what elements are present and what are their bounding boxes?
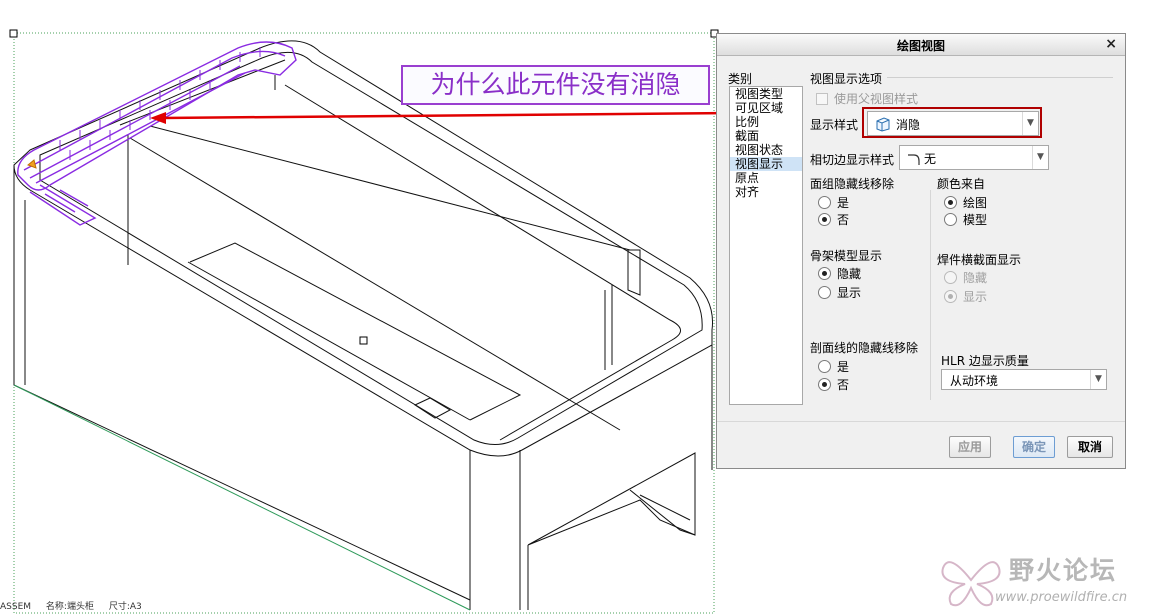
radio-dot[interactable]	[944, 213, 957, 226]
dialog-title: 绘图视图	[896, 39, 945, 53]
tangent-edge-icon	[908, 154, 920, 165]
drawing-view-dialog: 绘图视图 × 类别 视图类型 可见区域 比例 截面 视图状态 视图显示 原点 对齐 视图显示选…	[716, 33, 1126, 469]
use-parent-style-label: 使用父视图样式	[834, 92, 919, 106]
drawing-info-bar: ASSEM 名称:端头柜 尺寸:A3	[0, 599, 300, 615]
drawing-name-label: 名称:端头柜	[45, 602, 94, 612]
tangent-edge-dropdown[interactable]: 无 ▼	[899, 145, 1049, 170]
watermark-title: 野火论坛	[1009, 556, 1118, 585]
skeleton-display-label: 骨架模型显示	[810, 249, 883, 263]
column-separator	[930, 190, 931, 400]
radio-dot[interactable]	[944, 271, 957, 284]
watermark-url: www.proewildfire.cn	[995, 590, 1128, 605]
xhatch-hlr-label: 剖面线的隐藏线移除	[810, 341, 919, 355]
category-item[interactable]: 比例	[730, 115, 802, 129]
hlr-quality-label: HLR 边显示质量	[941, 354, 1029, 368]
radio-label: 是	[837, 196, 850, 210]
dialog-titlebar[interactable]: 绘图视图 ×	[717, 34, 1125, 56]
radio-dot[interactable]	[818, 360, 831, 373]
forum-watermark: 野火论坛 www.proewildfire.cn	[935, 548, 1145, 612]
radio-dot[interactable]	[818, 378, 831, 391]
color-from-drawing-radio[interactable]: 绘图	[944, 194, 987, 211]
assembly-type-label: ASSEM	[0, 602, 32, 612]
quilt-hlr-no-radio[interactable]: 否	[818, 211, 849, 228]
hlr-quality-value: 从动环境	[950, 374, 999, 388]
category-item[interactable]: 视图类型	[730, 87, 802, 101]
xhatch-hlr-yes-radio[interactable]: 是	[818, 358, 849, 375]
ok-button[interactable]: 确定	[1013, 436, 1055, 458]
color-from-model-radio[interactable]: 模型	[944, 211, 987, 228]
radio-label: 否	[837, 213, 850, 227]
weld-xsec-show-radio[interactable]: 显示	[944, 288, 987, 305]
radio-label: 显示	[963, 290, 988, 304]
use-parent-style-checkbox[interactable]: 使用父视图样式	[816, 90, 918, 107]
category-item[interactable]: 对齐	[730, 185, 802, 199]
radio-dot[interactable]	[818, 196, 831, 209]
view-center-handle	[359, 336, 368, 345]
category-item[interactable]: 可见区域	[730, 101, 802, 115]
close-icon[interactable]: ×	[1105, 36, 1117, 52]
annotation-callout: 为什么此元件没有消隐	[401, 65, 710, 105]
category-item[interactable]: 视图显示	[730, 157, 802, 171]
skeleton-show-radio[interactable]: 显示	[818, 284, 861, 301]
radio-label: 绘图	[963, 196, 988, 210]
cancel-button[interactable]: 取消	[1067, 436, 1113, 458]
display-style-label: 显示样式	[810, 118, 859, 132]
weld-xsec-label: 焊件横截面显示	[937, 253, 1022, 267]
radio-label: 否	[837, 378, 850, 392]
categories-label: 类别	[728, 72, 753, 86]
radio-label: 隐藏	[963, 271, 988, 285]
quilt-hlr-yes-radio[interactable]: 是	[818, 194, 849, 211]
category-item[interactable]: 视图状态	[730, 143, 802, 157]
selection-handle	[9, 29, 18, 38]
checkbox-box[interactable]	[816, 92, 828, 105]
radio-dot[interactable]	[944, 290, 957, 303]
sheet-size-label: 尺寸:A3	[108, 602, 142, 612]
tangent-edge-label: 相切边显示样式	[810, 153, 895, 167]
radio-label: 隐藏	[837, 267, 862, 281]
chevron-down-icon[interactable]: ▼	[1090, 370, 1106, 389]
hlr-quality-dropdown[interactable]: 从动环境 ▼	[941, 369, 1107, 390]
skeleton-hide-radio[interactable]: 隐藏	[818, 265, 861, 282]
radio-label: 是	[837, 360, 850, 374]
weld-xsec-hide-radio[interactable]: 隐藏	[944, 269, 987, 286]
radio-label: 显示	[837, 286, 862, 300]
section-divider	[887, 77, 1113, 78]
display-style-highlight-box	[862, 107, 1042, 138]
tangent-edge-value: 无	[924, 152, 937, 166]
category-item[interactable]: 原点	[730, 171, 802, 185]
xhatch-hlr-no-radio[interactable]: 否	[818, 376, 849, 393]
color-from-label: 颜色来自	[937, 177, 986, 191]
chevron-down-icon[interactable]: ▼	[1032, 146, 1048, 169]
button-row-divider	[717, 421, 1125, 422]
radio-dot[interactable]	[944, 196, 957, 209]
category-item[interactable]: 截面	[730, 129, 802, 143]
radio-dot[interactable]	[818, 286, 831, 299]
radio-dot[interactable]	[818, 267, 831, 280]
apply-button[interactable]: 应用	[949, 436, 991, 458]
quilt-hlr-label: 面组隐藏线移除	[810, 177, 895, 191]
section-title: 视图显示选项	[810, 72, 883, 86]
radio-dot[interactable]	[818, 213, 831, 226]
categories-list[interactable]: 视图类型 可见区域 比例 截面 视图状态 视图显示 原点 对齐	[729, 86, 803, 405]
radio-label: 模型	[963, 213, 988, 227]
